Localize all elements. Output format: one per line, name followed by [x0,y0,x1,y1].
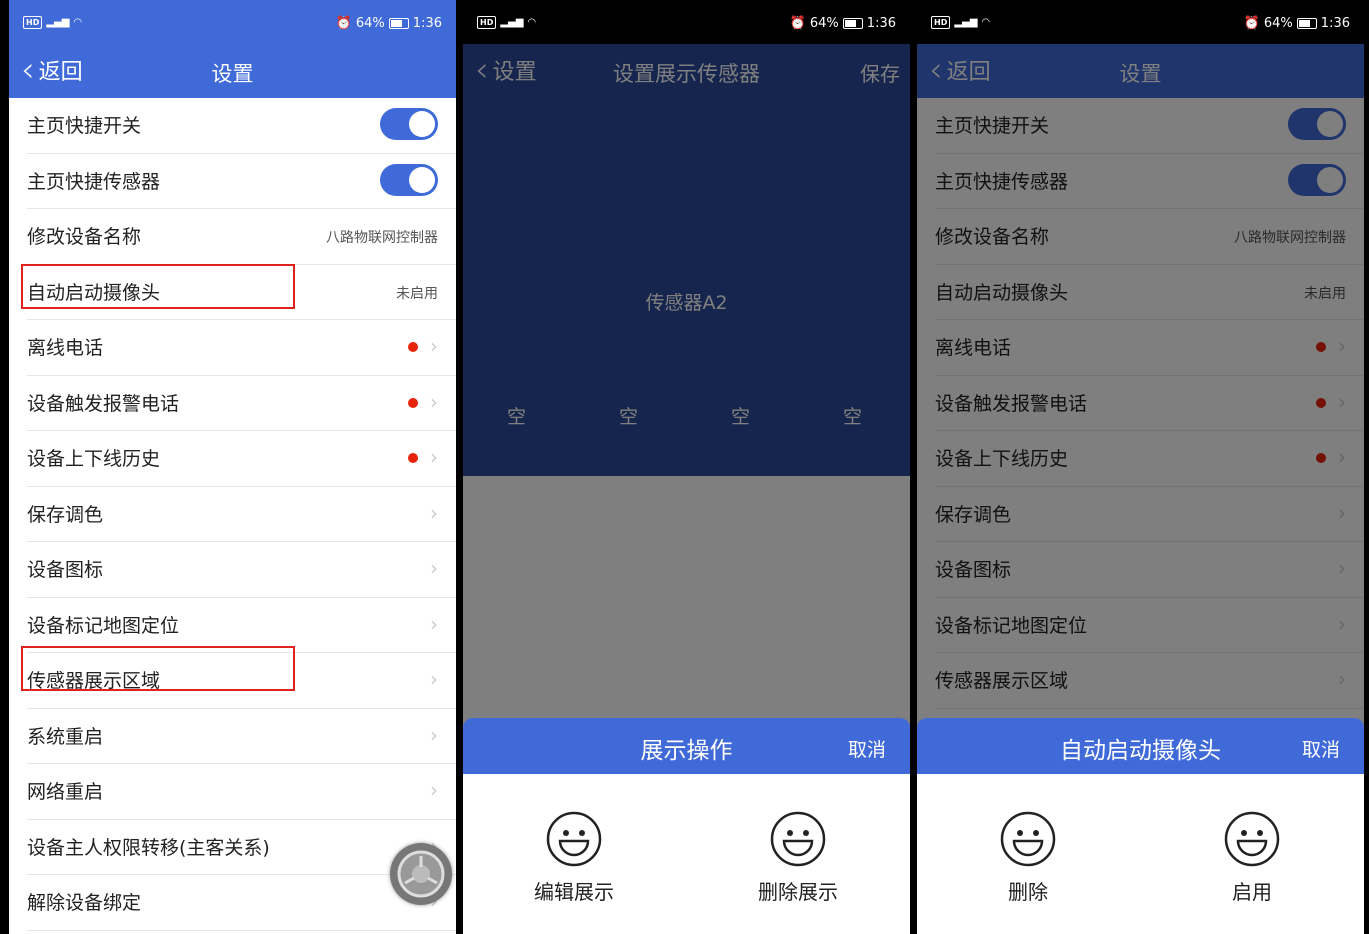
alarm-icon: ⏰ [1243,16,1260,31]
chevron-right-icon: › [430,611,438,636]
settings-row-label: 主页快捷开关 [27,115,142,137]
settings-row[interactable]: 保存调色 › [27,487,456,542]
enable-button[interactable]: 启用 [1192,810,1312,905]
wifi-icon: ◠ [527,17,537,28]
settings-row-label: 保存调色 [27,503,104,526]
chevron-right-icon: › [430,500,438,525]
alarm-icon: ⏰ [335,16,352,31]
action-label: 编辑展示 [534,880,614,904]
cancel-button[interactable]: 取消 [848,735,886,762]
chevron-right-icon: › [430,556,438,580]
settings-row-label: 设备图标 [27,559,104,581]
settings-row-label: 设备标记地图定位 [27,614,180,637]
settings-row[interactable]: 系统重启 › [27,709,456,764]
page-title: 设置 [211,62,254,86]
nav-bar: ‹返回 设置 [9,44,456,98]
signal-icon: ▂▄▆ [500,17,524,28]
hd-icon: HD [477,16,497,29]
edit-display-button[interactable]: 编辑展示 [514,810,634,905]
signal-icon: ▂▄▆ [46,17,70,28]
settings-row-label: 网络重启 [27,781,104,803]
action-label: 删除展示 [758,880,838,904]
smile-icon [546,811,602,867]
settings-list: 主页快捷开关主页快捷传感器修改设备名称八路物联网控制器自动启动摄像头未启用离线电… [9,98,456,931]
settings-row[interactable]: 网络重启 › [27,764,456,820]
toggle-switch[interactable] [380,163,438,196]
settings-row[interactable]: 设备上下线历史 › [27,431,456,487]
hd-icon: HD [23,16,43,29]
action-label: 删除 [1008,880,1048,904]
signal-icon: ▂▄▆ [954,17,978,28]
battery-percent: 64% [355,16,385,31]
sheet-title: 展示操作 [640,738,733,764]
chevron-right-icon: › [430,334,438,358]
settings-row[interactable]: 离线电话 › [27,320,456,376]
battery-percent: 64% [1263,16,1293,31]
status-bar: HD ▂▄▆ ◠ ⏰ 64% 1:36 [9,0,456,44]
settings-row[interactable]: 主页快捷开关 [27,98,456,154]
settings-row[interactable]: 修改设备名称 八路物联网控制器 [27,209,456,265]
battery-icon [1296,18,1317,29]
gear-icon [397,850,445,898]
battery-percent: 64% [809,16,839,31]
highlight-box-camera [21,264,295,309]
settings-row-label: 设备主人权限转移(主客关系) [27,836,270,859]
settings-row-value: 未启用 [396,285,438,302]
highlight-box-sensor-area [21,646,295,691]
floating-gear-button[interactable] [390,843,452,905]
clock: 1:36 [1320,16,1350,31]
smile-icon [1224,811,1280,867]
cancel-button[interactable]: 取消 [1302,735,1340,762]
delete-display-button[interactable]: 删除展示 [738,810,858,905]
settings-row-label: 离线电话 [27,337,104,359]
settings-row-label: 系统重启 [27,725,104,748]
action-sheet-header: 自动启动摄像头 取消 [917,718,1364,774]
smile-icon [770,811,826,867]
delete-button[interactable]: 删除 [968,810,1088,905]
settings-row[interactable]: 设备标记地图定位 › [27,598,456,653]
settings-row[interactable]: 主页快捷传感器 [27,154,456,209]
wifi-icon: ◠ [981,17,991,28]
settings-row[interactable]: 设备触发报警电话 › [27,376,456,431]
action-label: 启用 [1232,880,1272,904]
red-dot-icon [408,342,418,352]
action-sheet-body: 编辑展示 删除展示 [463,774,910,934]
settings-row-label: 设备上下线历史 [27,448,161,470]
settings-row-label: 解除设备绑定 [27,892,142,914]
toggle-switch[interactable] [380,108,438,140]
clock: 1:36 [412,16,442,31]
chevron-right-icon: › [430,445,438,469]
battery-icon [388,18,409,29]
screen-settings-sheet: HD▂▄▆◠ ⏰64%1:36 ‹返回 设置 主页快捷开关主页快捷传感器修改设备… [917,0,1364,934]
settings-row-label: 修改设备名称 [27,226,142,248]
hd-icon: HD [931,16,951,29]
red-dot-icon [408,397,418,408]
settings-row[interactable]: 设备图标 › [27,542,456,598]
battery-icon [842,18,863,29]
status-bar: HD ▂▄▆ ◠ ⏰ 64% 1:36 [917,0,1364,44]
red-dot-icon [408,453,418,463]
alarm-icon: ⏰ [789,16,806,31]
settings-row-label: 主页快捷传感器 [27,170,161,193]
wifi-icon: ◠ [73,17,83,28]
chevron-right-icon: › [430,389,438,414]
chevron-right-icon: › [430,722,438,747]
action-sheet-header: 展示操作 取消 [463,718,910,774]
sheet-title: 自动启动摄像头 [1060,738,1221,764]
settings-row-value: 八路物联网控制器 [326,230,438,246]
screen-sensor-display: HD▂▄▆◠ ⏰64%1:36 ‹设置 设置展示传感器 保存 传感器A2 空空空… [463,0,910,934]
status-bar: HD ▂▄▆ ◠ ⏰ 64% 1:36 [463,0,910,44]
screen-settings: HD ▂▄▆ ◠ ⏰ 64% 1:36 ‹ 返回 设置 主页快捷开关 主页快捷传感器 修改设备… [9,0,456,934]
smile-icon [1000,811,1056,867]
chevron-right-icon: › [430,667,438,691]
settings-row-label: 设备触发报警电话 [27,392,180,415]
chevron-right-icon: › [430,778,438,802]
action-sheet-body: 删除 启用 [917,774,1364,934]
clock: 1:36 [866,16,896,31]
